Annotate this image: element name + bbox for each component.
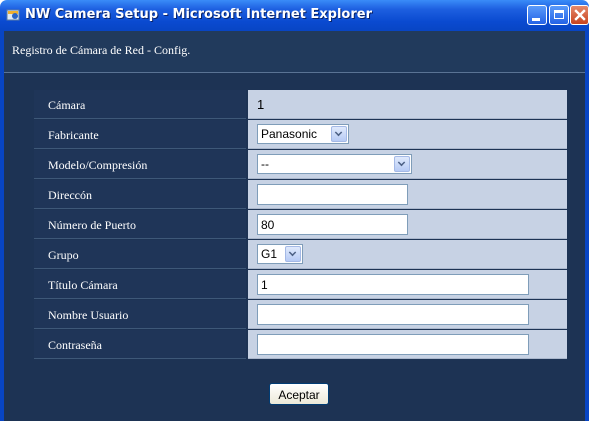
form-row-model: Modelo/Compresión -- [34, 150, 567, 179]
form-row-camera: Cámara 1 [34, 90, 567, 119]
value-cell: 80 [248, 210, 567, 239]
label-cell: Modelo/Compresión [34, 150, 246, 179]
password-field[interactable] [257, 334, 529, 355]
close-icon [574, 9, 586, 21]
form-row-address: Direccón [34, 180, 567, 209]
manufacturer-select[interactable]: Panasonic [257, 124, 349, 144]
address-field[interactable] [257, 184, 408, 205]
group-selected-value: G1 [261, 247, 278, 261]
group-dropdown-button[interactable] [285, 246, 301, 262]
manufacturer-dropdown-button[interactable] [331, 126, 347, 142]
window-frame-right [585, 31, 589, 421]
value-cell: 1 [248, 90, 567, 119]
value-cell [248, 330, 567, 359]
label-cell: Número de Puerto [34, 210, 246, 239]
form-row-manufacturer: Fabricante Panasonic [34, 120, 567, 149]
value-cell: -- [248, 150, 567, 179]
accept-button[interactable]: Aceptar [269, 383, 329, 405]
port-field[interactable]: 80 [257, 214, 408, 235]
value-cell [248, 180, 567, 209]
label-cell: Grupo [34, 240, 246, 269]
camera-title-value: 1 [261, 278, 268, 292]
label-cell: Fabricante [34, 120, 246, 149]
label-cell: Contraseña [34, 330, 246, 359]
page-header: Registro de Cámara de Red - Config. [4, 31, 585, 73]
form-row-username: Nombre Usuario [34, 300, 567, 329]
label-cell: Título Cámara [34, 270, 246, 299]
manufacturer-label: Fabricante [48, 128, 99, 142]
page-title: Registro de Cámara de Red - Config. [12, 43, 191, 57]
window-title: NW Camera Setup - Microsoft Internet Exp… [25, 7, 372, 22]
label-cell: Cámara [34, 90, 246, 119]
close-button[interactable] [570, 5, 589, 25]
maximize-icon [554, 10, 564, 19]
chevron-down-icon [334, 128, 343, 137]
value-cell: 1 [248, 270, 567, 299]
page-content: Registro de Cámara de Red - Config. Cáma… [4, 31, 585, 421]
model-label: Modelo/Compresión [48, 158, 148, 172]
chevron-down-icon [397, 158, 406, 167]
label-cell: Direccón [34, 180, 246, 209]
camera-number-value: 1 [257, 97, 265, 112]
port-label: Número de Puerto [48, 218, 136, 232]
minimize-button[interactable] [527, 5, 547, 25]
username-field[interactable] [257, 304, 529, 325]
form-row-group: Grupo G1 [34, 240, 567, 269]
group-label: Grupo [48, 248, 79, 262]
value-cell [248, 300, 567, 329]
address-label: Direccón [48, 188, 92, 202]
maximize-button[interactable] [549, 5, 569, 25]
form-row-password: Contraseña [34, 330, 567, 359]
accept-button-label: Aceptar [278, 388, 320, 402]
username-label: Nombre Usuario [48, 308, 129, 322]
model-compression-select[interactable]: -- [257, 154, 412, 174]
value-cell: Panasonic [248, 120, 567, 149]
camera-label: Cámara [48, 98, 86, 112]
password-label: Contraseña [48, 338, 102, 352]
port-value: 80 [261, 218, 275, 232]
model-selected-value: -- [261, 157, 269, 171]
form-row-camera-title: Título Cámara 1 [34, 270, 567, 299]
window-titlebar[interactable]: NW Camera Setup - Microsoft Internet Exp… [0, 0, 589, 31]
manufacturer-selected-value: Panasonic [261, 127, 318, 141]
camera-title-field[interactable]: 1 [257, 274, 529, 295]
value-cell: G1 [248, 240, 567, 269]
chevron-down-icon [288, 248, 297, 257]
camera-title-label: Título Cámara [48, 278, 118, 292]
minimize-icon [532, 18, 540, 21]
model-dropdown-button[interactable] [394, 156, 410, 172]
ie-app-icon [6, 9, 20, 21]
form-row-port: Número de Puerto 80 [34, 210, 567, 239]
group-select[interactable]: G1 [257, 244, 303, 264]
label-cell: Nombre Usuario [34, 300, 246, 329]
